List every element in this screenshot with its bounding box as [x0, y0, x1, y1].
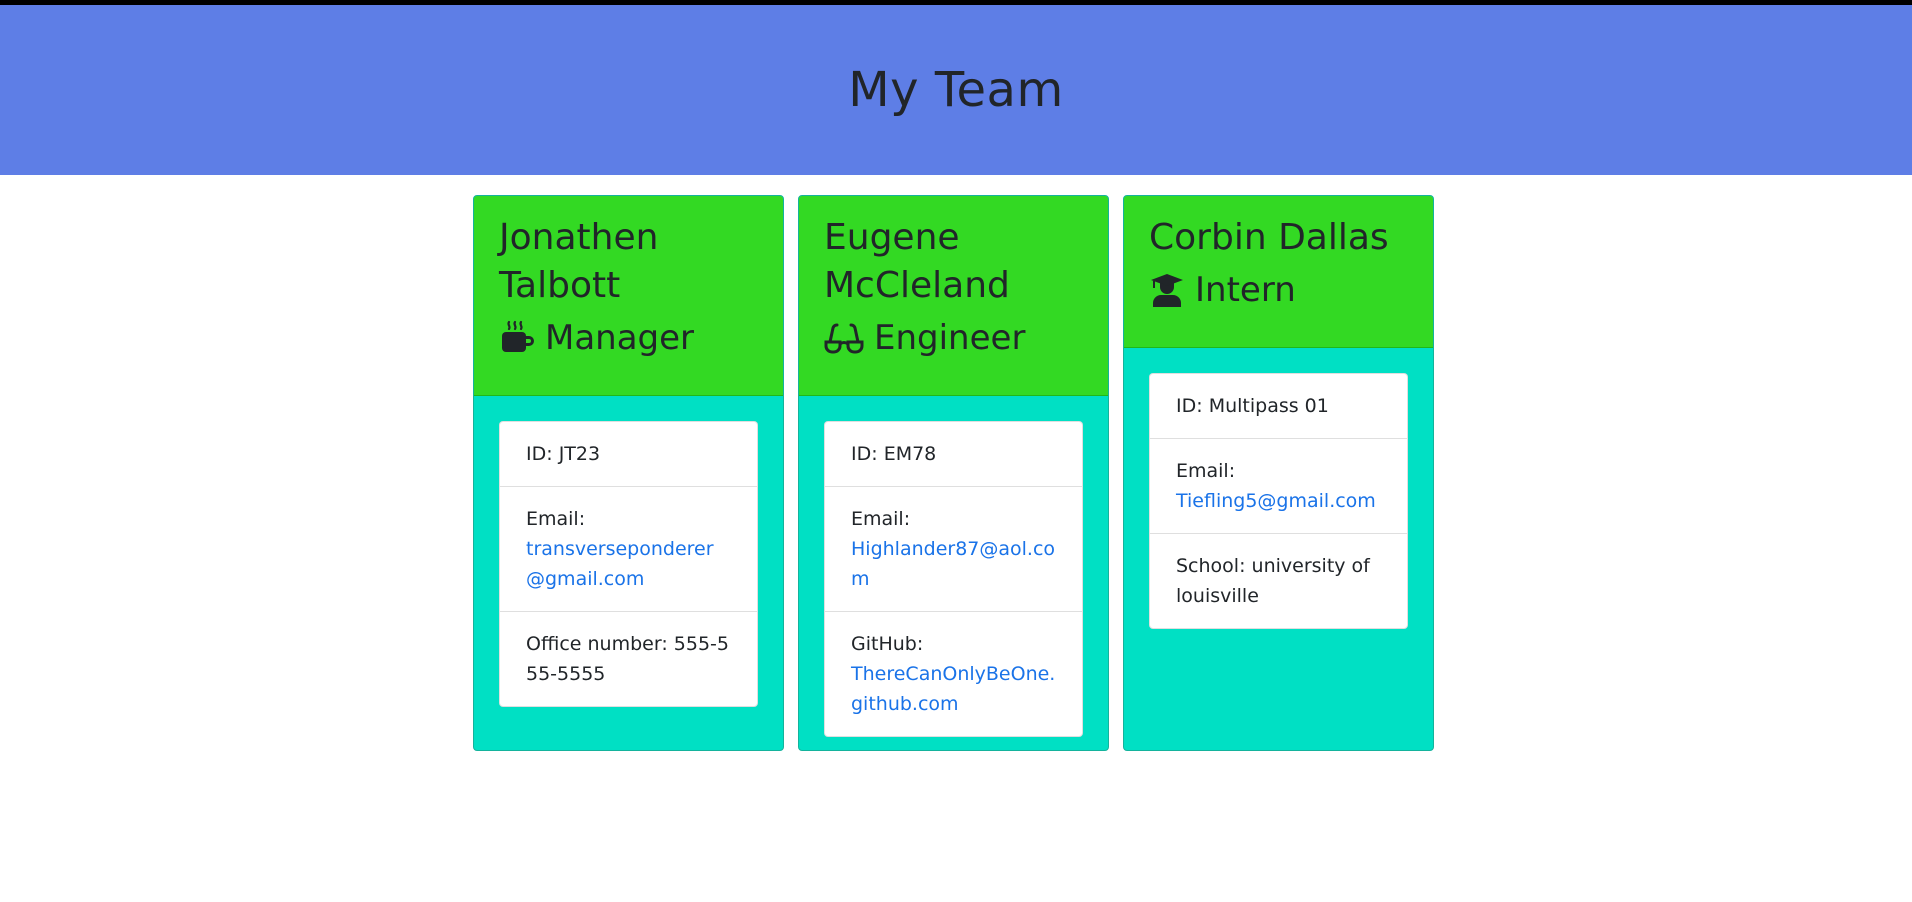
- email-link[interactable]: Tiefling5@gmail.com: [1176, 490, 1376, 512]
- mug-icon: [499, 320, 535, 356]
- employee-email: Email: Tiefling5@gmail.com: [1150, 439, 1407, 534]
- employee-email: Email: transverseponderer@gmail.com: [500, 487, 757, 612]
- graduate-icon: [1149, 272, 1185, 308]
- card-body: ID: EM78 Email: Highlander87@aol.com GitH…: [799, 396, 1108, 750]
- employee-github: GitHub: ThereCanOnlyBeOne.github.com: [851, 633, 1056, 715]
- glasses-icon: [824, 320, 864, 356]
- employee-name: Corbin Dallas: [1149, 217, 1389, 258]
- employee-details: ID: Multipass 01 Email: Tiefling5@gmail.c…: [1149, 373, 1408, 629]
- page-header: My Team: [0, 5, 1912, 175]
- employee-role-label: Engineer: [874, 318, 1026, 358]
- email-link[interactable]: Highlander87@aol.com: [851, 538, 1055, 590]
- card-header: Eugene McCleland Engineer: [799, 196, 1108, 396]
- page-title: My Team: [848, 62, 1064, 118]
- github-link[interactable]: ThereCanOnlyBeOne.github.com: [851, 663, 1055, 715]
- card-body: ID: Multipass 01 Email: Tiefling5@gmail.c…: [1124, 348, 1433, 654]
- employee-name: Jonathen Talbott: [499, 217, 659, 306]
- email-link[interactable]: transverseponderer@gmail.com: [526, 538, 714, 590]
- employee-role: Intern: [1149, 268, 1408, 312]
- employee-role: Engineer: [824, 316, 1083, 360]
- card-header: Jonathen Talbott Manager: [474, 196, 783, 396]
- employee-role-label: Manager: [545, 318, 695, 358]
- employee-email: Email: Highlander87@aol.com: [825, 487, 1082, 612]
- employee-name: Eugene McCleland: [824, 217, 1010, 306]
- employee-role-label: Intern: [1195, 270, 1296, 310]
- employee-details: ID: JT23 Email: transverseponderer@gmail.…: [499, 421, 758, 707]
- team-cards: Jonathen Talbott Manager ID: JT23 Email:: [0, 175, 1912, 902]
- employee-card-manager: Jonathen Talbott Manager ID: JT23 Email:: [473, 195, 784, 751]
- employee-id: ID: EM78: [825, 422, 1082, 487]
- card-header: Corbin Dallas Intern: [1124, 196, 1433, 348]
- employee-office-number: Office number: 555-555-5555: [526, 633, 729, 685]
- employee-card-engineer: Eugene McCleland Engineer ID: EM78 Email: [798, 195, 1109, 751]
- card-body: ID: JT23 Email: transverseponderer@gmail.…: [474, 396, 783, 732]
- employee-role: Manager: [499, 316, 758, 360]
- employee-id: ID: Multipass 01: [1150, 374, 1407, 439]
- employee-card-intern: Corbin Dallas Intern ID: Multipass 01 Em…: [1123, 195, 1434, 751]
- employee-details: ID: EM78 Email: Highlander87@aol.com GitH…: [824, 421, 1083, 737]
- employee-id: ID: JT23: [500, 422, 757, 487]
- employee-school: School: university of louisville: [1176, 555, 1370, 607]
